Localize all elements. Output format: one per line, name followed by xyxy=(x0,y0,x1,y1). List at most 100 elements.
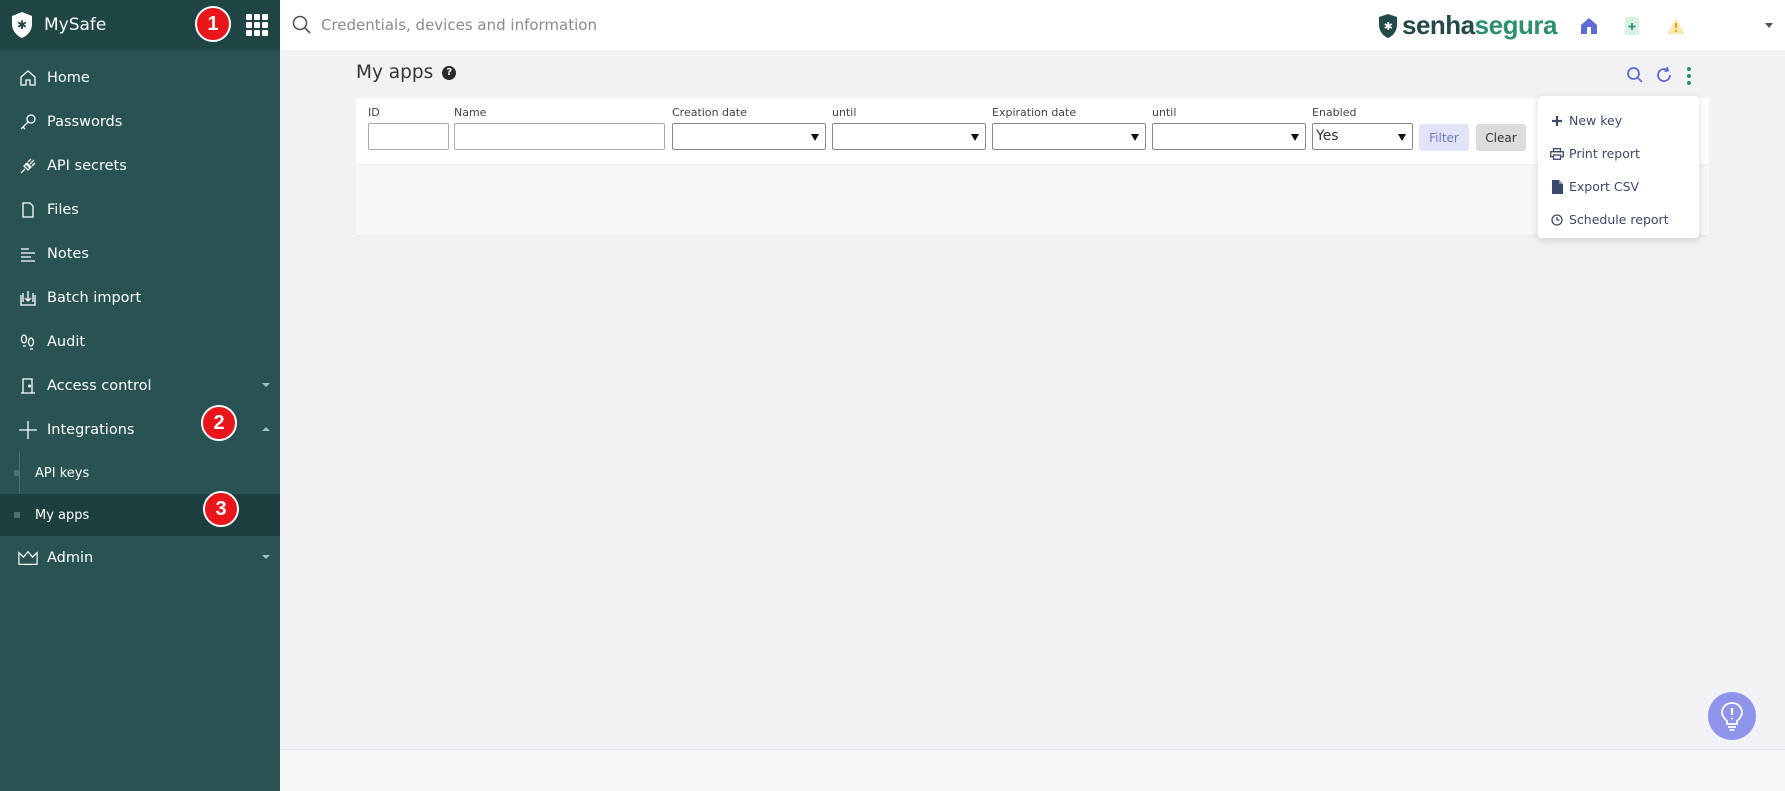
home-icon xyxy=(18,68,38,88)
clear-button[interactable]: Clear xyxy=(1476,124,1526,151)
search-icon[interactable] xyxy=(1626,66,1644,88)
shield-logo-icon: ✱ xyxy=(10,11,34,39)
sidebar-item-label: API keys xyxy=(35,465,90,481)
expiration-until-select[interactable] xyxy=(1152,123,1306,150)
brand-text-segura: segura xyxy=(1474,10,1558,40)
sidebar-header: ✱ MySafe xyxy=(0,0,280,50)
filter-button[interactable]: Filter xyxy=(1419,124,1469,151)
door-icon xyxy=(18,376,38,396)
clock-icon xyxy=(1550,213,1564,227)
plug-icon xyxy=(18,156,38,176)
dropdown-arrow-icon xyxy=(1131,134,1139,141)
import-icon xyxy=(18,288,38,308)
apps-grid-icon[interactable] xyxy=(246,14,268,36)
svg-text:✱: ✱ xyxy=(1384,20,1393,33)
notes-icon xyxy=(18,244,38,264)
sidebar-item-integrations[interactable]: Integrations xyxy=(0,408,280,452)
brand-logo: ✱ senha segura xyxy=(1377,10,1557,41)
sidebar-item-passwords[interactable]: Passwords xyxy=(0,100,280,144)
topbar: ✱ senhasegura xyxy=(280,0,1785,50)
expiration-date-select[interactable] xyxy=(992,123,1146,150)
filter-panel: ID Name Creation date until Expiration d… xyxy=(356,98,1709,164)
sidebar-item-notes[interactable]: Notes xyxy=(0,232,280,276)
creation-until-label: until xyxy=(832,106,857,119)
printer-icon xyxy=(1550,147,1564,161)
sidebar-item-label: Batch import xyxy=(47,290,142,306)
id-input[interactable] xyxy=(368,123,449,150)
actions-dropdown: New key Print report Export CSV Schedule… xyxy=(1538,96,1699,238)
creation-date-label: Creation date xyxy=(672,106,747,119)
sidebar-item-access-control[interactable]: Access control xyxy=(0,364,280,408)
results-panel xyxy=(356,166,1709,235)
crown-icon xyxy=(18,548,38,568)
kebab-menu-icon[interactable] xyxy=(1686,66,1692,90)
id-label: ID xyxy=(368,106,380,119)
menu-item-new-key[interactable]: New key xyxy=(1538,104,1699,137)
menu-item-label: Print report xyxy=(1569,146,1640,161)
annotation-badge-1: 1 xyxy=(195,6,231,42)
sidebar-item-label: Audit xyxy=(47,334,86,350)
sidebar-item-label: Home xyxy=(47,70,90,86)
enabled-label: Enabled xyxy=(1312,106,1357,119)
menu-item-export-csv[interactable]: Export CSV xyxy=(1538,170,1699,203)
menu-item-label: Export CSV xyxy=(1569,179,1640,194)
sidebar-item-label: Admin xyxy=(47,550,94,566)
name-input[interactable] xyxy=(454,123,665,150)
refresh-icon[interactable] xyxy=(1655,66,1673,88)
sidebar-item-api-keys[interactable]: API keys xyxy=(0,452,280,494)
sidebar-item-api-secrets[interactable]: API secrets xyxy=(0,144,280,188)
brand-text-senha: senha xyxy=(1402,10,1475,40)
sidebar: ✱ MySafe Home Passwords API secrets File… xyxy=(0,0,280,791)
warning-icon[interactable] xyxy=(1666,16,1686,36)
app-title: MySafe xyxy=(44,15,107,35)
expiration-date-label: Expiration date xyxy=(992,106,1077,119)
sidebar-nav: Home Passwords API secrets Files Notes B… xyxy=(0,56,280,580)
sidebar-item-label: Notes xyxy=(47,246,89,262)
search-input[interactable] xyxy=(321,10,821,40)
footprints-icon xyxy=(18,332,38,352)
sidebar-item-files[interactable]: Files xyxy=(0,188,280,232)
enabled-select[interactable]: Yes xyxy=(1312,123,1413,150)
sidebar-item-label: API secrets xyxy=(47,158,127,174)
key-icon xyxy=(18,112,38,132)
user-menu-caret-icon[interactable] xyxy=(1765,23,1773,28)
menu-item-print-report[interactable]: Print report xyxy=(1538,137,1699,170)
lightbulb-icon[interactable] xyxy=(1708,692,1756,740)
sidebar-item-label: Passwords xyxy=(47,114,123,130)
dropdown-arrow-icon xyxy=(811,134,819,141)
menu-item-label: Schedule report xyxy=(1569,212,1669,227)
file-icon xyxy=(18,200,38,220)
sidebar-item-my-apps[interactable]: My apps xyxy=(0,494,280,536)
svg-text:✱: ✱ xyxy=(17,18,27,32)
dropdown-arrow-icon xyxy=(1291,134,1299,141)
sidebar-item-audit[interactable]: Audit xyxy=(0,320,280,364)
home-icon[interactable] xyxy=(1579,16,1599,36)
sidebar-item-admin[interactable]: Admin xyxy=(0,536,280,580)
chevron-down-icon[interactable] xyxy=(262,555,270,559)
footer-bar xyxy=(280,749,1785,791)
integrations-submenu: API keys My apps xyxy=(0,452,280,536)
chevron-up-icon[interactable] xyxy=(262,427,270,431)
sidebar-item-batch-import[interactable]: Batch import xyxy=(0,276,280,320)
sidebar-item-label: Integrations xyxy=(47,422,135,438)
page-title: My apps ? xyxy=(356,62,457,83)
dropdown-arrow-icon xyxy=(1398,134,1406,141)
menu-item-schedule-report[interactable]: Schedule report xyxy=(1538,203,1699,236)
creation-date-select[interactable] xyxy=(672,123,826,150)
sidebar-item-label: My apps xyxy=(35,507,90,523)
annotation-badge-2: 2 xyxy=(201,405,237,441)
plus-icon xyxy=(1550,114,1564,128)
chevron-down-icon[interactable] xyxy=(262,383,270,387)
sidebar-item-home[interactable]: Home xyxy=(0,56,280,100)
name-label: Name xyxy=(454,106,487,119)
creation-until-select[interactable] xyxy=(832,123,986,150)
expiration-until-label: until xyxy=(1152,106,1177,119)
add-file-icon[interactable] xyxy=(1622,16,1642,36)
annotation-badge-3: 3 xyxy=(203,491,239,527)
help-icon[interactable]: ? xyxy=(442,65,457,80)
menu-item-label: New key xyxy=(1569,113,1623,128)
brand-shield-icon: ✱ xyxy=(1377,13,1399,39)
sidebar-item-label: Files xyxy=(47,202,79,218)
dropdown-arrow-icon xyxy=(971,134,979,141)
search-icon xyxy=(292,15,312,39)
